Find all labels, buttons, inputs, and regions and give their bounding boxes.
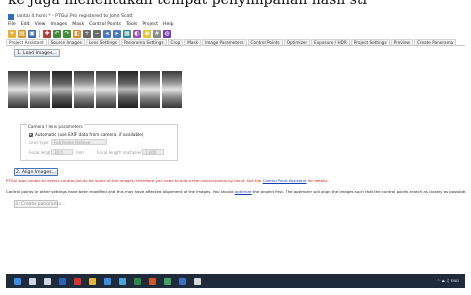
zoom-in-icon[interactable]: +: [83, 29, 91, 38]
tab-crop[interactable]: Crop: [167, 39, 184, 45]
ptgui-app-icon: [8, 13, 14, 20]
windows-taskbar: ^ ⏏ ♫ ENG: [6, 274, 465, 288]
tab-source-images[interactable]: Source Images: [47, 39, 85, 45]
project-assistant-panel: 1. Load Images... Camera / lens paramete…: [6, 47, 466, 274]
menu-file[interactable]: File: [8, 22, 16, 27]
window-title: lantai 4.hsmi * - PTGui Pro registered t…: [17, 14, 133, 19]
num-icon[interactable]: #: [153, 29, 161, 38]
redo-icon[interactable]: ↷: [63, 29, 71, 38]
camera-lens-group: Camera / lens parameters Automatic (use …: [20, 124, 178, 161]
warning-text-start: PTGui was unable to detect control point…: [6, 178, 263, 183]
opera-icon[interactable]: [74, 277, 81, 285]
tab-create-panorama[interactable]: Create Panorama: [413, 39, 457, 45]
ptgui-icon[interactable]: [179, 277, 186, 285]
focal-length-input[interactable]: 10,5: [51, 149, 73, 155]
tab-panorama-settings[interactable]: Panorama Settings: [120, 39, 167, 45]
tab-lens-settings[interactable]: Lens Settings: [85, 39, 120, 45]
chrome-icon[interactable]: [164, 277, 171, 285]
mask-icon[interactable]: ◐: [133, 29, 141, 38]
exif-checkbox-row[interactable]: Automatic (use EXIF data from camera, if…: [29, 132, 144, 137]
task-view-icon[interactable]: [44, 277, 51, 285]
optimize-link[interactable]: optimize: [235, 189, 252, 194]
tab-preview[interactable]: Preview: [390, 39, 413, 45]
image-thumbnail[interactable]: [74, 71, 94, 108]
store-icon[interactable]: [104, 277, 111, 285]
menu-view[interactable]: View: [35, 22, 46, 27]
image-thumbnail[interactable]: [52, 71, 72, 108]
image-thumbnail[interactable]: [118, 71, 138, 108]
explorer-icon[interactable]: [89, 277, 96, 285]
cp-editor-icon[interactable]: ✚: [43, 29, 51, 38]
create-panorama-button: 3. Create panorama...: [14, 200, 66, 208]
toolbar: ✦ ▤ ▣ ✚ ↶ ↷ ◧ + − ◂ ▸ ▦ ◐ ◉ # ◍: [6, 28, 465, 39]
grid-icon[interactable]: ▦: [123, 29, 131, 38]
arrow-right-icon[interactable]: ▸: [113, 29, 121, 38]
camera-lens-legend: Camera / lens parameters: [27, 124, 84, 129]
tab-bar: Project Assistant Source Images Lens Set…: [6, 39, 465, 46]
menu-control-points[interactable]: Control Points: [89, 22, 121, 27]
menu-edit[interactable]: Edit: [21, 22, 30, 27]
image-thumbnail[interactable]: [8, 71, 28, 108]
windows-start-icon[interactable]: [14, 277, 21, 285]
control-point-assistant-link[interactable]: Control Point Assistant: [263, 178, 307, 183]
exif-checkbox[interactable]: [29, 132, 33, 137]
open-icon[interactable]: ▤: [18, 29, 26, 38]
word-icon[interactable]: [59, 277, 66, 285]
panorama-editor-icon[interactable]: ◧: [73, 29, 81, 38]
image-thumbnail[interactable]: [162, 71, 182, 108]
article-caption-text: ke juga menentukan tempat penyimpanan ha…: [8, 0, 368, 8]
thumbnail-strip: [8, 71, 186, 108]
tab-image-parameters[interactable]: Image Parameters: [202, 39, 247, 45]
multiplier-input[interactable]: 1,000: [142, 149, 164, 155]
lens-type-select[interactable]: Full frame Fisheye: [51, 139, 107, 145]
save-icon[interactable]: ▣: [28, 29, 36, 38]
align-images-button[interactable]: 2. Align Images...: [14, 168, 58, 176]
image-thumbnail[interactable]: [140, 71, 160, 108]
menu-tools[interactable]: Tools: [126, 22, 137, 27]
exif-checkbox-label: Automatic (use EXIF data from camera, if…: [35, 132, 144, 137]
toolbar-separator: [39, 29, 40, 38]
menu-help[interactable]: Help: [163, 22, 173, 27]
optimize-notice: Control points or other settings have be…: [6, 189, 466, 194]
ptgui-window: lantai 4.hsmi * - PTGui Pro registered t…: [6, 12, 466, 274]
new-project-icon[interactable]: ✦: [8, 29, 16, 38]
tab-project-assistant[interactable]: Project Assistant: [6, 39, 47, 45]
powerpoint-icon[interactable]: [149, 277, 156, 285]
title-bar: lantai 4.hsmi * - PTGui Pro registered t…: [6, 12, 465, 21]
warning-text-end: for details.: [306, 178, 329, 183]
focal-length-unit: mm: [76, 150, 84, 155]
multiplier-label: Focal length multiplier: [97, 150, 142, 155]
menu-bar: File Edit View Images Mask Control Point…: [6, 21, 465, 28]
undo-icon[interactable]: ↶: [53, 29, 61, 38]
globe-icon[interactable]: ◍: [163, 29, 171, 38]
tab-control-points[interactable]: Control Points: [247, 39, 283, 45]
image-thumbnail[interactable]: [96, 71, 116, 108]
tab-optimizer[interactable]: Optimizer: [283, 39, 311, 45]
menu-project[interactable]: Project: [142, 22, 158, 27]
image-thumbnail[interactable]: [30, 71, 50, 108]
system-tray[interactable]: ^ ⏏ ♫ ENG: [437, 278, 459, 283]
tab-project-settings[interactable]: Project Settings: [350, 39, 390, 45]
menu-mask[interactable]: Mask: [72, 22, 84, 27]
tab-mask[interactable]: Mask: [184, 39, 202, 45]
control-point-warning: PTGui was unable to detect control point…: [6, 178, 329, 183]
load-images-button[interactable]: 1. Load Images...: [14, 49, 60, 57]
excel-icon[interactable]: [134, 277, 141, 285]
focal-length-label: Focal length: [29, 150, 54, 155]
lightbulb-icon[interactable]: ◉: [143, 29, 151, 38]
photos-icon[interactable]: [119, 277, 126, 285]
notice-text-end: the project first. The optimizer will al…: [251, 189, 467, 194]
menu-images[interactable]: Images: [51, 22, 68, 27]
tab-exposure-hdr[interactable]: Exposure / HDR: [311, 39, 350, 45]
notice-text-start: Control points or other settings have be…: [6, 189, 235, 194]
lens-type-label: Lens type: [29, 140, 49, 145]
article-caption: ke juga menentukan tempat penyimpanan ha…: [0, 0, 471, 12]
zoom-out-icon[interactable]: −: [93, 29, 101, 38]
search-icon[interactable]: [29, 277, 36, 285]
arrow-left-icon[interactable]: ◂: [103, 29, 111, 38]
app-icon[interactable]: [194, 277, 201, 285]
